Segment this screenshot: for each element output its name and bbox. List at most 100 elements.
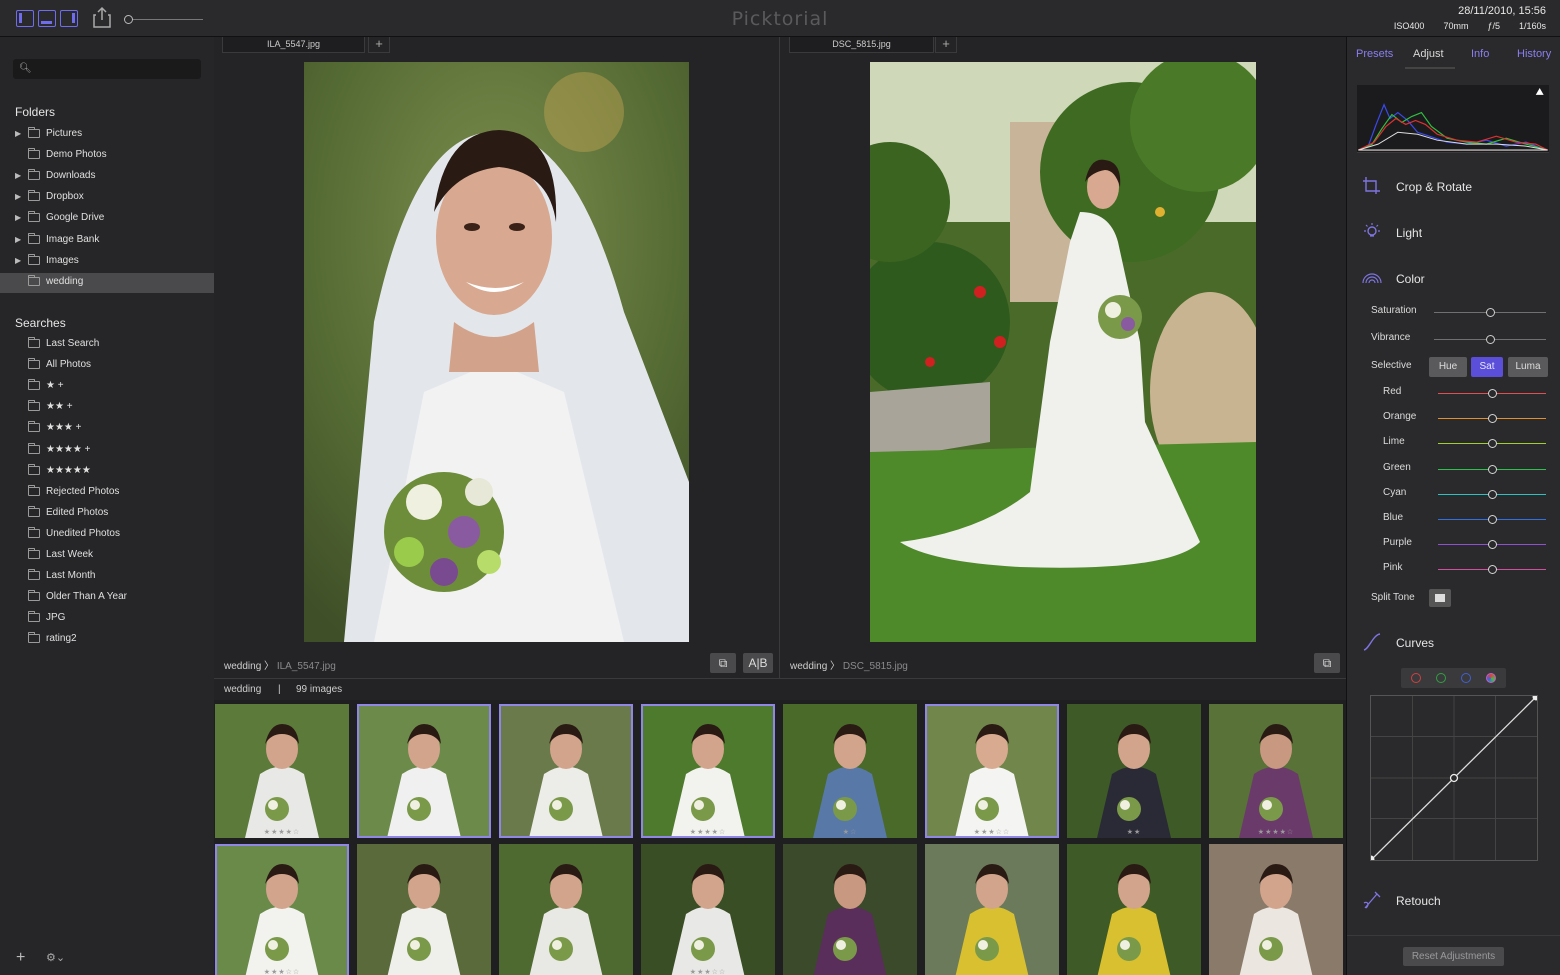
channel-knob[interactable] bbox=[1488, 439, 1497, 449]
disclosure-triangle-icon[interactable]: ▶ bbox=[15, 235, 21, 244]
reset-adjustments-button[interactable]: Reset Adjustments bbox=[1403, 947, 1504, 966]
channel-slider[interactable]: Blue bbox=[1383, 511, 1551, 527]
channel-track[interactable] bbox=[1438, 540, 1546, 550]
saturation-knob[interactable] bbox=[1486, 308, 1495, 317]
saved-search-item[interactable]: Rejected Photos bbox=[0, 483, 214, 503]
thumbnail[interactable]: ★☆ bbox=[783, 704, 917, 838]
thumbnail-rating[interactable]: ★★★★☆ bbox=[641, 828, 775, 836]
vibrance-slider[interactable]: Vibrance bbox=[1371, 331, 1549, 347]
selective-mode-button[interactable]: Luma bbox=[1508, 357, 1548, 377]
copy-icon[interactable]: ⧉ bbox=[710, 653, 736, 673]
channel-knob[interactable] bbox=[1488, 414, 1497, 424]
folder-item[interactable]: ▶ Image Bank bbox=[0, 231, 214, 251]
thumbnail-rating[interactable]: ★★★☆☆ bbox=[925, 828, 1059, 836]
thumbnail-rating[interactable]: ★☆ bbox=[783, 828, 917, 836]
channel-track[interactable] bbox=[1438, 515, 1546, 524]
thumbnail[interactable] bbox=[1209, 844, 1343, 975]
thumbnail[interactable] bbox=[357, 844, 491, 975]
selective-mode-button[interactable]: Sat bbox=[1471, 357, 1503, 377]
split-tone-toggle[interactable] bbox=[1429, 589, 1451, 607]
curve-rgb-channel[interactable] bbox=[1486, 673, 1496, 683]
thumbnail-rating[interactable]: ★★★★☆ bbox=[215, 828, 349, 836]
channel-slider[interactable]: Cyan bbox=[1383, 486, 1551, 502]
saved-search-item[interactable]: rating2 bbox=[0, 630, 214, 650]
curve-blue-channel[interactable] bbox=[1461, 673, 1471, 683]
channel-knob[interactable] bbox=[1488, 389, 1497, 398]
crop-rotate-section[interactable]: Crop & Rotate bbox=[1361, 175, 1551, 197]
new-tab-button[interactable]: + bbox=[368, 37, 390, 53]
thumbnail[interactable] bbox=[499, 704, 633, 838]
saved-search-item[interactable]: Last Week bbox=[0, 546, 214, 566]
saved-search-item[interactable]: All Photos bbox=[0, 356, 214, 376]
thumbnail[interactable]: ★★★★☆ bbox=[641, 704, 775, 838]
saved-search-item[interactable]: ★★★★ + bbox=[0, 441, 214, 461]
selective-mode-button[interactable]: Hue bbox=[1429, 357, 1467, 377]
saved-search-item[interactable]: Last Search bbox=[0, 335, 214, 355]
channel-track[interactable] bbox=[1438, 389, 1546, 398]
thumbnail[interactable] bbox=[925, 844, 1059, 975]
folder-item[interactable]: ▶ Dropbox bbox=[0, 188, 214, 208]
inspector-tab[interactable]: Adjust bbox=[1413, 48, 1444, 60]
gear-icon[interactable]: ⚙⌄ bbox=[46, 951, 65, 964]
curve-green-channel[interactable] bbox=[1436, 673, 1446, 683]
breadcrumb-folder[interactable]: wedding bbox=[790, 661, 827, 672]
folder-item[interactable]: Demo Photos bbox=[0, 146, 214, 166]
thumbnail-rating[interactable]: ★★ bbox=[1067, 828, 1201, 836]
curves-editor[interactable] bbox=[1370, 695, 1538, 861]
main-photo-right[interactable] bbox=[870, 62, 1256, 642]
saved-search-item[interactable]: ★ + bbox=[0, 377, 214, 397]
thumbnail[interactable] bbox=[783, 844, 917, 975]
inspector-tab[interactable]: History bbox=[1517, 48, 1551, 60]
copy-icon[interactable]: ⧉ bbox=[1314, 653, 1340, 673]
channel-slider[interactable]: Purple bbox=[1383, 536, 1551, 552]
channel-slider[interactable]: Orange bbox=[1383, 410, 1551, 426]
saved-search-item[interactable]: ★★ + bbox=[0, 398, 214, 418]
thumbnail[interactable]: ★★★☆☆ bbox=[641, 844, 775, 975]
saturation-slider[interactable]: Saturation bbox=[1371, 304, 1549, 320]
folder-item[interactable]: wedding bbox=[0, 272, 214, 293]
channel-track[interactable] bbox=[1438, 464, 1546, 474]
disclosure-triangle-icon[interactable]: ▶ bbox=[15, 129, 21, 138]
channel-slider[interactable]: Green bbox=[1383, 461, 1551, 477]
thumbnail[interactable]: ★★★☆☆ bbox=[925, 704, 1059, 838]
new-tab-button-right[interactable]: + bbox=[935, 37, 957, 53]
disclosure-triangle-icon[interactable]: ▶ bbox=[15, 213, 21, 222]
thumbnail[interactable]: ★★★☆☆ bbox=[215, 844, 349, 975]
color-section[interactable]: Color bbox=[1361, 267, 1551, 289]
channel-knob[interactable] bbox=[1488, 515, 1497, 524]
vibrance-track[interactable] bbox=[1434, 335, 1546, 344]
channel-knob[interactable] bbox=[1488, 565, 1497, 575]
folder-item[interactable]: ▶ Pictures bbox=[0, 125, 214, 145]
saved-search-item[interactable]: ★★★★★ bbox=[0, 462, 214, 482]
saved-search-item[interactable]: ★★★ + bbox=[0, 419, 214, 439]
thumbnail-rating[interactable]: ★★★☆☆ bbox=[215, 968, 349, 975]
saved-search-item[interactable]: Last Month bbox=[0, 567, 214, 587]
thumbnail-rating[interactable]: ★★★☆☆ bbox=[641, 968, 775, 975]
thumbnail[interactable] bbox=[499, 844, 633, 975]
channel-slider[interactable]: Lime bbox=[1383, 435, 1551, 451]
channel-track[interactable] bbox=[1438, 414, 1546, 424]
light-section[interactable]: Light bbox=[1361, 221, 1551, 243]
thumbnail[interactable] bbox=[357, 704, 491, 838]
channel-slider[interactable]: Pink bbox=[1383, 561, 1551, 577]
thumbnail-rating[interactable]: ★★★★☆ bbox=[1209, 828, 1343, 836]
thumbnail[interactable]: ★★★★☆ bbox=[215, 704, 349, 838]
vibrance-knob[interactable] bbox=[1486, 335, 1495, 344]
channel-knob[interactable] bbox=[1488, 489, 1497, 499]
channel-knob[interactable] bbox=[1488, 464, 1497, 474]
thumbnail[interactable]: ★★ bbox=[1067, 704, 1201, 838]
disclosure-triangle-icon[interactable]: ▶ bbox=[15, 192, 21, 201]
curve-red-channel[interactable] bbox=[1411, 673, 1421, 683]
channel-knob[interactable] bbox=[1488, 540, 1497, 550]
main-photo-left[interactable] bbox=[304, 62, 689, 642]
folder-item[interactable]: ▶ Google Drive bbox=[0, 209, 214, 229]
saved-search-item[interactable]: Edited Photos bbox=[0, 504, 214, 524]
thumbnail[interactable] bbox=[1067, 844, 1201, 975]
ab-compare-button[interactable]: A|B bbox=[743, 653, 773, 673]
inspector-tab[interactable]: Presets bbox=[1356, 48, 1393, 60]
channel-slider[interactable]: Red bbox=[1383, 385, 1551, 401]
saved-search-item[interactable]: Older Than A Year bbox=[0, 588, 214, 608]
breadcrumb-folder[interactable]: wedding bbox=[224, 661, 261, 672]
saved-search-item[interactable]: JPG bbox=[0, 609, 214, 629]
disclosure-triangle-icon[interactable]: ▶ bbox=[15, 256, 21, 265]
